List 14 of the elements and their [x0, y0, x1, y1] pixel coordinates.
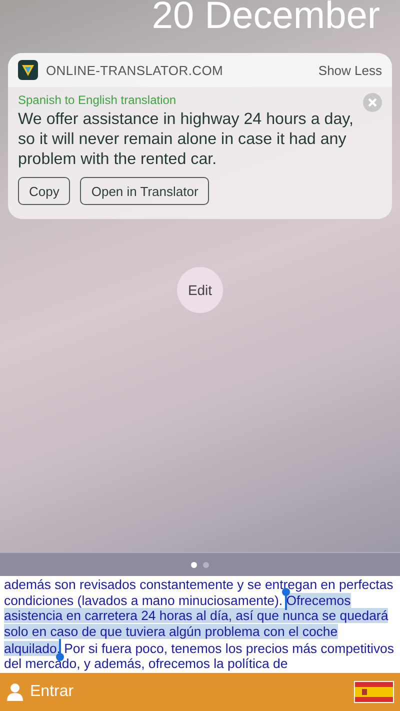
notification-message: We offer assistance in highway 24 hours a day, so it will never remain alone in case it had any problem with the rented car. — [18, 109, 354, 169]
page-paragraph: además son revisados constantemente y se entregan en perfectas condiciones (lavados a mano minuciosamente). Ofrecemos asistencia en carretera 24 horas al día, así que nunca se quedará solo en caso de que tuviera algún problema con el coche alquilado. Por si fuera poco, tenemos los precios más competitivos del mercado, y además, ofrecemos la política de — [4, 577, 395, 672]
flag-icon[interactable] — [354, 681, 394, 703]
action-button[interactable]: Open in Translator — [80, 177, 210, 205]
action-button[interactable]: Copy — [18, 177, 70, 205]
date-text: 20 December — [152, 0, 380, 38]
show-less-link[interactable]: Show Less — [318, 62, 382, 78]
app-name: ONLINE-TRANSLATOR.COM — [46, 62, 224, 78]
edit-button[interactable]: Edit — [177, 267, 223, 313]
app-logo-icon — [18, 60, 38, 80]
user-icon — [6, 683, 24, 701]
page-dot[interactable] — [203, 562, 209, 568]
notification-subtitle: Spanish to English translation — [18, 93, 178, 107]
page-dot[interactable] — [191, 562, 197, 568]
